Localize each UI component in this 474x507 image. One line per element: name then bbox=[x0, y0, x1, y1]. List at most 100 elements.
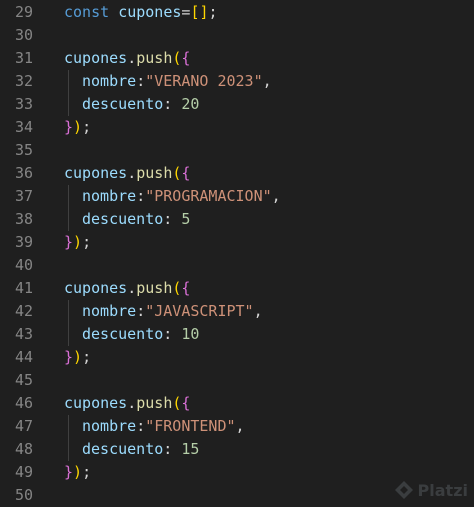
code-content: }); bbox=[64, 461, 91, 484]
token-variable: cupones bbox=[64, 394, 128, 412]
code-line[interactable]: 34}); bbox=[0, 116, 474, 139]
indent-guide bbox=[68, 300, 69, 323]
token-variable: descuento bbox=[82, 325, 164, 343]
token-punct: : bbox=[136, 417, 146, 435]
code-line[interactable]: 36 cupones.push({ bbox=[0, 162, 474, 185]
token-punct: , bbox=[235, 417, 245, 435]
watermark-text: Platzi bbox=[417, 480, 468, 500]
token-bracket-1: ) bbox=[73, 348, 83, 366]
token-punct: . bbox=[127, 279, 137, 297]
code-content: cupones.push({ bbox=[64, 392, 190, 415]
code-line[interactable]: 33 descuento: 20 bbox=[0, 93, 474, 116]
token-function: push bbox=[136, 394, 173, 412]
token-punct: , bbox=[253, 302, 263, 320]
line-number: 49 bbox=[14, 463, 33, 481]
code-line[interactable]: 38 descuento: 5 bbox=[0, 208, 474, 231]
token-punct: : bbox=[136, 72, 146, 90]
line-number: 45 bbox=[14, 371, 33, 389]
token-punct: : bbox=[163, 210, 182, 228]
code-line[interactable]: 47 nombre:"FRONTEND", bbox=[0, 415, 474, 438]
line-number: 30 bbox=[14, 26, 33, 44]
indent-guide bbox=[68, 438, 69, 461]
code-line[interactable]: 40 bbox=[0, 254, 474, 277]
token-punct: ; bbox=[82, 463, 92, 481]
token-punct: : bbox=[163, 95, 182, 113]
token-bracket-2: } bbox=[64, 348, 74, 366]
code-content: nombre:"JAVASCRIPT", bbox=[82, 300, 263, 323]
line-number: 29 bbox=[14, 3, 33, 21]
code-line[interactable]: 30 bbox=[0, 24, 474, 47]
token-function: push bbox=[136, 279, 173, 297]
code-editor[interactable]: 29 const cupones=[]; 30 31 cupones.push({ 32 n… bbox=[0, 0, 474, 506]
code-content: cupones.push({ bbox=[64, 277, 190, 300]
token-variable: descuento bbox=[82, 95, 164, 113]
code-content: const cupones=[]; bbox=[64, 1, 218, 24]
indent-guide bbox=[68, 208, 69, 231]
line-number: 37 bbox=[14, 187, 33, 205]
code-content: descuento: 20 bbox=[82, 93, 199, 116]
token-number: 5 bbox=[181, 210, 191, 228]
code-line[interactable]: 42 nombre:"JAVASCRIPT", bbox=[0, 300, 474, 323]
code-content: nombre:"VERANO 2023", bbox=[82, 70, 272, 93]
token-bracket-2: { bbox=[181, 49, 191, 67]
code-content: }); bbox=[64, 346, 91, 369]
token-function: push bbox=[136, 164, 173, 182]
indent-guide bbox=[68, 415, 69, 438]
code-line[interactable]: 32 nombre:"VERANO 2023", bbox=[0, 70, 474, 93]
code-line[interactable]: 29 const cupones=[]; bbox=[0, 1, 474, 24]
code-line[interactable]: 41 cupones.push({ bbox=[0, 277, 474, 300]
code-line[interactable]: 45 bbox=[0, 369, 474, 392]
token-bracket-2: } bbox=[64, 118, 74, 136]
token-string: "VERANO 2023" bbox=[145, 72, 263, 90]
token-variable: cupones bbox=[64, 164, 128, 182]
token-bracket-2: { bbox=[181, 164, 191, 182]
token-punct: : bbox=[136, 187, 146, 205]
token-bracket-2: } bbox=[64, 233, 74, 251]
line-number: 47 bbox=[14, 417, 33, 435]
token-string: "JAVASCRIPT" bbox=[145, 302, 254, 320]
code-line[interactable]: 37 nombre:"PROGRAMACION", bbox=[0, 185, 474, 208]
indent-guide bbox=[68, 323, 69, 346]
indent-guide bbox=[68, 70, 69, 93]
token-function: push bbox=[136, 49, 173, 67]
token-punct: . bbox=[127, 164, 137, 182]
code-line[interactable]: 35 bbox=[0, 139, 474, 162]
line-number: 42 bbox=[14, 302, 33, 320]
token-number: 15 bbox=[181, 440, 200, 458]
watermark: Platzi bbox=[394, 476, 468, 504]
code-line[interactable]: 44}); bbox=[0, 346, 474, 369]
code-line[interactable]: 46 cupones.push({ bbox=[0, 392, 474, 415]
line-number: 48 bbox=[14, 440, 33, 458]
line-number: 36 bbox=[14, 164, 33, 182]
token-punct: ; bbox=[208, 3, 218, 21]
code-line[interactable]: 31 cupones.push({ bbox=[0, 47, 474, 70]
token-variable: descuento bbox=[82, 210, 164, 228]
code-content: cupones.push({ bbox=[64, 162, 190, 185]
code-line[interactable]: 39}); bbox=[0, 231, 474, 254]
indent-guide bbox=[68, 93, 69, 116]
token-variable: cupones bbox=[118, 3, 182, 21]
code-line[interactable]: 48 descuento: 15 bbox=[0, 438, 474, 461]
token-bracket-2: { bbox=[181, 394, 191, 412]
line-number: 33 bbox=[14, 95, 33, 113]
line-number: 35 bbox=[14, 141, 33, 159]
code-content: nombre:"PROGRAMACION", bbox=[82, 185, 281, 208]
line-number: 40 bbox=[14, 256, 33, 274]
token-string: "FRONTEND" bbox=[145, 417, 236, 435]
line-number: 43 bbox=[14, 325, 33, 343]
code-content: cupones.push({ bbox=[64, 47, 190, 70]
token-punct: . bbox=[127, 49, 137, 67]
code-line[interactable]: 43 descuento: 10 bbox=[0, 323, 474, 346]
token-punct: ; bbox=[82, 118, 92, 136]
line-number: 32 bbox=[14, 72, 33, 90]
token-number: 10 bbox=[181, 325, 200, 343]
indent-guide bbox=[68, 185, 69, 208]
token-bracket-2: } bbox=[64, 463, 74, 481]
token-variable: nombre bbox=[82, 187, 137, 205]
token-punct: . bbox=[127, 394, 137, 412]
code-content: }); bbox=[64, 116, 91, 139]
platzi-logo-icon bbox=[394, 481, 413, 499]
line-number: 41 bbox=[14, 279, 33, 297]
line-number: 44 bbox=[14, 348, 33, 366]
token-number: 20 bbox=[181, 95, 200, 113]
